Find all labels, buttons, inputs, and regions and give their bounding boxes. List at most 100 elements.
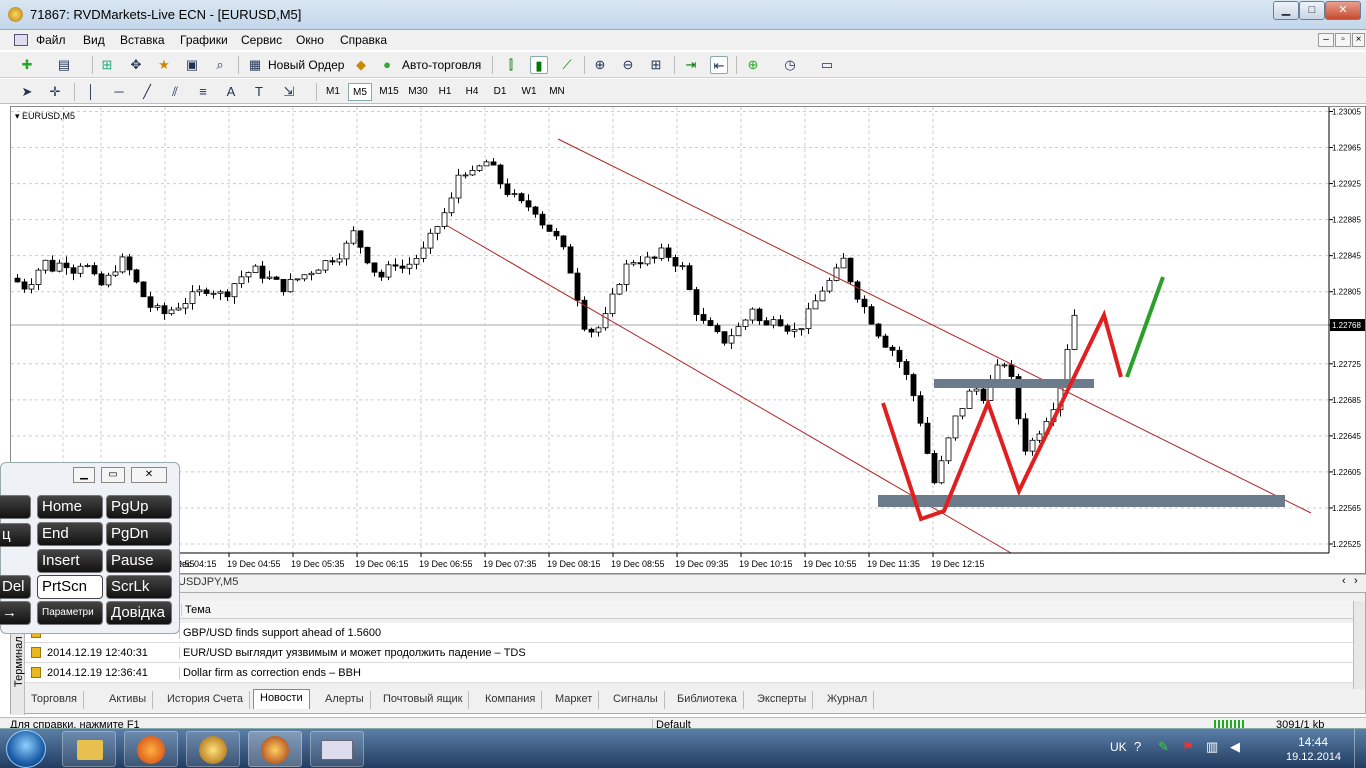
timeframe-w1[interactable]: W1 xyxy=(517,83,541,101)
timeframe-h4[interactable]: H4 xyxy=(461,83,483,101)
terminal-app-taskbar-button[interactable] xyxy=(186,731,240,767)
chart-tab-usdjpy[interactable]: USDJPY,M5 xyxy=(178,576,238,588)
column-header-topic[interactable]: Тема xyxy=(181,604,211,616)
text-icon[interactable]: A xyxy=(222,83,240,101)
osk-key-home[interactable]: Home xyxy=(37,495,103,519)
indicators-icon[interactable]: ⊕ xyxy=(744,56,762,74)
tabs-scroll-right-icon[interactable]: › xyxy=(1354,575,1358,587)
mdi-restore-button[interactable]: ▫ xyxy=(1335,33,1351,47)
timeframe-m1[interactable]: M1 xyxy=(322,83,344,101)
osk-close-button[interactable]: ✕ xyxy=(131,467,167,483)
firefox-taskbar-button[interactable] xyxy=(124,731,178,767)
tab-trade[interactable]: Торговля xyxy=(25,691,84,709)
profiles-icon[interactable]: ▤ xyxy=(55,56,73,74)
templates-icon[interactable]: ▭ xyxy=(818,56,836,74)
tab-library[interactable]: Библиотека xyxy=(671,691,744,709)
new-order-icon[interactable]: ▦ xyxy=(246,56,264,74)
tab-experts[interactable]: Эксперты xyxy=(751,691,814,709)
timeframe-m30[interactable]: M30 xyxy=(405,83,431,101)
close-button[interactable]: ✕ xyxy=(1325,1,1361,20)
trendline-icon[interactable]: ╱ xyxy=(138,83,156,101)
metaeditor-icon[interactable]: ◆ xyxy=(352,56,370,74)
zoom-out-icon[interactable]: ⊖ xyxy=(619,56,637,74)
menu-charts[interactable]: Графики xyxy=(180,33,228,47)
menu-tools[interactable]: Сервис xyxy=(241,33,282,47)
timeframe-h1[interactable]: H1 xyxy=(434,83,456,101)
horizontal-line-icon[interactable]: ─ xyxy=(110,83,128,101)
clock-time[interactable]: 14:44 xyxy=(1298,735,1328,749)
timeframe-m15[interactable]: M15 xyxy=(376,83,402,101)
osk-key-scrlk[interactable]: ScrLk xyxy=(106,575,172,599)
show-desktop-button[interactable] xyxy=(1354,729,1366,768)
timeframe-mn[interactable]: MN xyxy=(545,83,569,101)
candlestick-chart-icon[interactable]: ▮ xyxy=(530,56,548,74)
timeframe-d1[interactable]: D1 xyxy=(489,83,511,101)
bar-chart-icon[interactable]: ⫿ xyxy=(502,56,520,74)
menu-file[interactable]: Файл xyxy=(36,33,66,47)
arrows-icon[interactable]: ⇲ xyxy=(280,83,298,101)
chart-area[interactable]: 1.23005 1.22965 1.22925 1.22885 1.22845 1.228… xyxy=(10,106,1366,574)
timeframe-m5[interactable]: M5 xyxy=(348,83,372,101)
news-row[interactable]: 2014.12.19 12:40:31 EUR/USD выглядит уяз… xyxy=(25,643,1353,663)
data-window-icon[interactable]: ✥ xyxy=(127,56,145,74)
clock-date[interactable]: 19.12.2014 xyxy=(1286,751,1341,763)
zoom-in-icon[interactable]: ⊕ xyxy=(591,56,609,74)
menu-help[interactable]: Справка xyxy=(340,33,387,47)
autotrading-button[interactable]: Авто-торговля xyxy=(402,58,481,72)
tab-market[interactable]: Маркет xyxy=(549,691,600,709)
osk-key-pause[interactable]: Pause xyxy=(106,549,172,573)
osk-key-prtscn[interactable]: PrtScn xyxy=(37,575,103,599)
osk-key-options[interactable]: Параметри xyxy=(37,601,103,625)
explorer-taskbar-button[interactable] xyxy=(62,731,116,767)
osk-key-pgup[interactable]: PgUp xyxy=(106,495,172,519)
start-button[interactable] xyxy=(6,730,46,768)
tab-company[interactable]: Компания xyxy=(479,691,543,709)
tile-windows-icon[interactable]: ⊞ xyxy=(647,56,665,74)
volume-tray-icon[interactable]: ◀ xyxy=(1230,739,1240,755)
tab-account-history[interactable]: История Счета xyxy=(161,691,251,709)
mdi-close-button[interactable]: × xyxy=(1352,33,1365,47)
osk-key-del[interactable]: Del xyxy=(0,575,31,599)
autotrading-icon[interactable]: ● xyxy=(378,56,396,74)
tab-alerts[interactable]: Алерты xyxy=(319,691,371,709)
maximize-button[interactable]: □ xyxy=(1299,1,1325,20)
osk-key-partial[interactable] xyxy=(0,495,31,519)
osk-key-arrow[interactable]: → xyxy=(0,601,31,625)
osk-maximize-button[interactable]: ▭ xyxy=(101,467,125,483)
strategy-tester-icon[interactable]: ⌕ xyxy=(211,56,229,74)
mdi-minimize-button[interactable]: – xyxy=(1318,33,1334,47)
fibonacci-icon[interactable]: ≡ xyxy=(194,83,212,101)
crosshair-icon[interactable]: ✛ xyxy=(46,83,64,101)
network-tray-icon[interactable]: ▥ xyxy=(1206,739,1218,755)
news-row[interactable]: 2014.12.19 12:36:41 Dollar firm as corre… xyxy=(25,663,1353,683)
tabs-scroll-left-icon[interactable]: ‹ xyxy=(1342,575,1346,587)
osk-key-partial[interactable]: ц xyxy=(0,523,31,547)
osk-minimize-button[interactable]: ▁ xyxy=(73,467,95,483)
menu-insert[interactable]: Вставка xyxy=(120,33,165,47)
minimize-button[interactable]: ▁ xyxy=(1273,1,1299,20)
tab-signals[interactable]: Сигналы xyxy=(607,691,665,709)
equidistant-channel-icon[interactable]: ⫽ xyxy=(166,83,184,101)
new-order-button[interactable]: Новый Ордер xyxy=(268,58,344,72)
market-watch-icon[interactable]: ⊞ xyxy=(98,56,116,74)
tab-exposure[interactable]: Активы xyxy=(103,691,154,709)
pen-tray-icon[interactable]: ✎ xyxy=(1158,739,1169,755)
metatrader-taskbar-button[interactable] xyxy=(248,731,302,767)
text-label-icon[interactable]: T xyxy=(250,83,268,101)
price-chart[interactable]: 1.23005 1.22965 1.22925 1.22885 1.22845 1.228… xyxy=(11,107,1365,573)
terminal-icon[interactable]: ▣ xyxy=(183,56,201,74)
vertical-line-icon[interactable]: │ xyxy=(82,83,100,101)
keyboard-taskbar-button[interactable] xyxy=(310,731,364,767)
osk-key-end[interactable]: End xyxy=(37,522,103,546)
osk-key-insert[interactable]: Insert xyxy=(37,549,103,573)
osk-key-help[interactable]: Довідка xyxy=(106,601,172,625)
osk-key-pgdn[interactable]: PgDn xyxy=(106,522,172,546)
new-chart-icon[interactable]: ✚ xyxy=(18,56,36,74)
periods-icon[interactable]: ◷ xyxy=(781,56,799,74)
language-indicator[interactable]: UK xyxy=(1110,740,1127,754)
tab-news[interactable]: Новости xyxy=(253,689,310,709)
line-chart-icon[interactable]: ⟋ xyxy=(558,56,576,74)
menu-window[interactable]: Окно xyxy=(296,33,324,47)
news-scrollbar[interactable] xyxy=(1353,601,1365,689)
chart-shift-icon[interactable]: ⇥ xyxy=(682,56,700,74)
